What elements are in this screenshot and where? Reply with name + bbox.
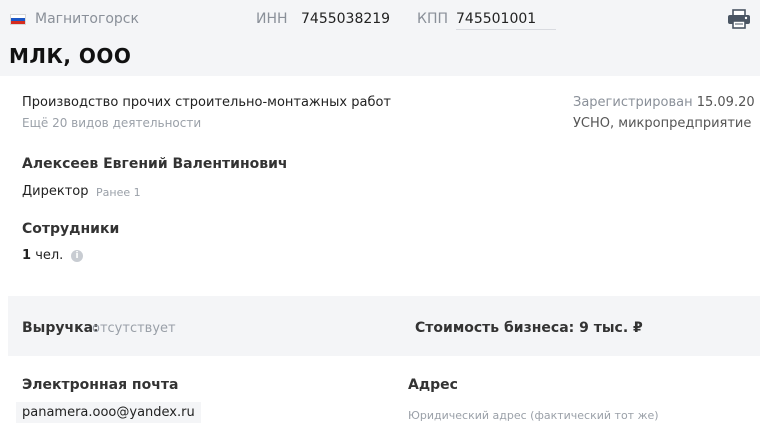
kpp-value: 745501001: [456, 11, 537, 27]
kpp-label: КПП: [417, 11, 448, 27]
earlier-directors-link[interactable]: Ранее 1: [96, 186, 141, 199]
inn-label: ИНН: [256, 11, 288, 27]
registration-label: Зарегистрирован: [573, 95, 693, 110]
inn-value: 7455038219: [301, 11, 391, 27]
revenue-label: Выручка:: [22, 320, 99, 336]
director-name[interactable]: Алексеев Евгений Валентинович: [22, 156, 288, 172]
flag-stripe-red: [11, 21, 25, 24]
employees-number: 1: [22, 248, 32, 263]
director-role: Директор: [22, 184, 89, 199]
kpp-field: 745501001: [456, 8, 556, 30]
city-label: Магнитогорск: [35, 11, 139, 27]
employees-count: 1 чел.: [22, 248, 63, 263]
employees-unit: чел.: [35, 248, 64, 263]
email-label: Электронная почта: [22, 377, 179, 393]
email-value[interactable]: panamera.ooo@yandex.ru: [16, 402, 201, 423]
info-icon[interactable]: i: [71, 250, 83, 262]
printer-icon[interactable]: [726, 8, 752, 30]
address-label: Адрес: [408, 377, 458, 393]
address-value: Юридический адрес (фактический тот же): [408, 409, 659, 422]
employees-title: Сотрудники: [22, 221, 120, 237]
finance-band: Выручка: отсутствует Стоимость бизнеса: …: [8, 296, 760, 356]
russia-flag-icon: [10, 14, 26, 25]
business-value: Стоимость бизнеса: 9 тыс. ₽: [415, 320, 643, 336]
tax-regime: УСНО, микропредприятие: [573, 116, 752, 131]
registration-date: 15.09.20: [696, 95, 755, 110]
company-name: МЛК, ООО: [9, 44, 132, 68]
company-header: Магнитогорск ИНН 7455038219 КПП 74550100…: [0, 0, 760, 76]
more-activities-link[interactable]: Ещё 20 видов деятельности: [22, 116, 201, 130]
revenue-value: отсутствует: [92, 321, 176, 336]
header-top-bar: Магнитогорск ИНН 7455038219 КПП 74550100…: [0, 0, 760, 38]
registration-info: Зарегистрирован 15.09.20: [573, 95, 755, 110]
main-activity: Производство прочих строительно-монтажны…: [22, 95, 391, 110]
